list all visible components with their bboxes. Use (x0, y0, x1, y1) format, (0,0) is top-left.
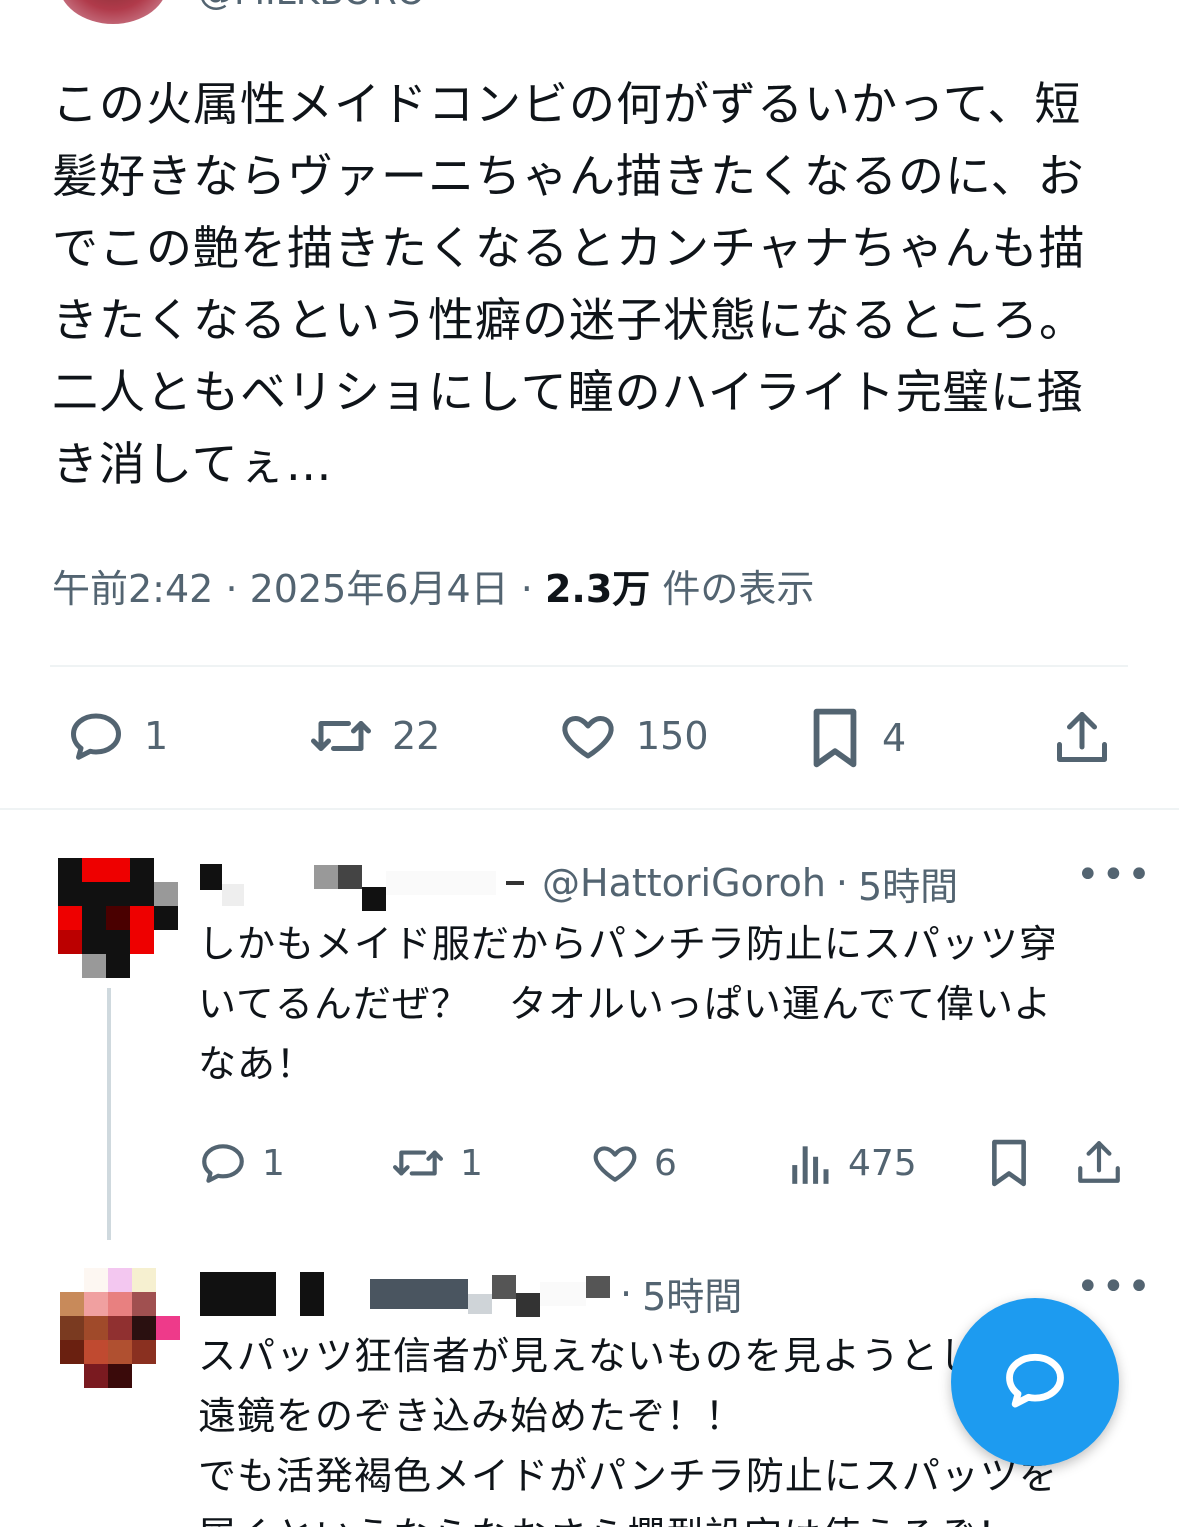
tweet-date[interactable]: 2025年6月4日 (250, 567, 509, 611)
views-label: 件の表示 (662, 567, 815, 611)
meta-separator: · (835, 861, 848, 905)
like-count: 6 (654, 1142, 677, 1184)
like-count: 150 (636, 714, 709, 758)
more-icon[interactable]: ••• (1076, 1264, 1153, 1310)
heart-icon (558, 706, 618, 766)
reply-avatar[interactable] (58, 858, 178, 978)
bookmark-icon (806, 706, 864, 770)
bookmark-button[interactable]: 4 (806, 706, 906, 770)
tweet-text: この火属性メイドコンビの何がずるいかって、短 髪好きならヴァーニちゃん描きたくな… (52, 77, 1086, 491)
reply-time[interactable]: 5時間 (642, 1266, 742, 1321)
more-icon[interactable]: ••• (1076, 852, 1153, 898)
reply-icon (198, 1138, 248, 1188)
divider (50, 665, 1128, 667)
reply-count: 1 (262, 1142, 285, 1184)
display-name-censored[interactable] (200, 855, 524, 911)
bookmark-icon (986, 1136, 1032, 1190)
like-button[interactable]: 150 (558, 706, 709, 766)
reply-avatar[interactable] (60, 1268, 180, 1388)
retweet-count: 22 (392, 714, 441, 758)
retweet-icon (390, 1138, 446, 1188)
views-icon (788, 1138, 834, 1188)
reply-header: · 5時間 (200, 1266, 742, 1321)
tweet-meta: 午前2:42 · 2025年6月4日 · 2.3万 件の表示 (52, 558, 814, 613)
retweet-button[interactable]: 22 (308, 706, 440, 766)
share-button[interactable] (1052, 706, 1112, 768)
author-avatar[interactable] (58, 0, 168, 24)
reply-time[interactable]: 5時間 (858, 856, 958, 911)
compose-reply-icon (1001, 1346, 1069, 1418)
compose-reply-button[interactable] (951, 1298, 1119, 1466)
retweet-icon (308, 706, 374, 766)
share-button[interactable] (1074, 1136, 1124, 1188)
share-icon (1074, 1136, 1124, 1188)
thread-line (107, 988, 111, 1240)
reply-handle[interactable]: @HattoriGoroh (542, 861, 826, 905)
bookmark-button[interactable] (986, 1136, 1032, 1190)
divider (0, 808, 1179, 810)
retweet-button[interactable]: 1 (390, 1138, 483, 1188)
share-icon (1052, 706, 1112, 768)
author-handle[interactable]: @MILKBORO (198, 0, 425, 13)
reply-icon (66, 706, 126, 766)
meta-separator: · (225, 567, 238, 611)
views-count: 475 (848, 1142, 917, 1184)
like-button[interactable]: 6 (590, 1138, 677, 1188)
meta-separator: · (620, 1271, 633, 1316)
display-name-censored[interactable] (200, 1271, 610, 1317)
meta-separator: · (520, 567, 533, 611)
views-count[interactable]: 2.3万 (545, 567, 650, 611)
reply-button[interactable]: 1 (198, 1138, 285, 1188)
reply-count: 1 (144, 714, 169, 758)
reply-text: しかもメイド服だからパンチラ防止にスパッツ穿 いてるんだぜ？ タオルいっぱい運ん… (198, 922, 1058, 1086)
reply-button[interactable]: 1 (66, 706, 168, 766)
reply-header: @HattoriGoroh · 5時間 (200, 855, 958, 911)
tweet-time[interactable]: 午前2:42 (52, 567, 213, 611)
retweet-count: 1 (460, 1142, 483, 1184)
heart-icon (590, 1138, 640, 1188)
views-button[interactable]: 475 (788, 1138, 917, 1188)
bookmark-count: 4 (882, 716, 907, 760)
